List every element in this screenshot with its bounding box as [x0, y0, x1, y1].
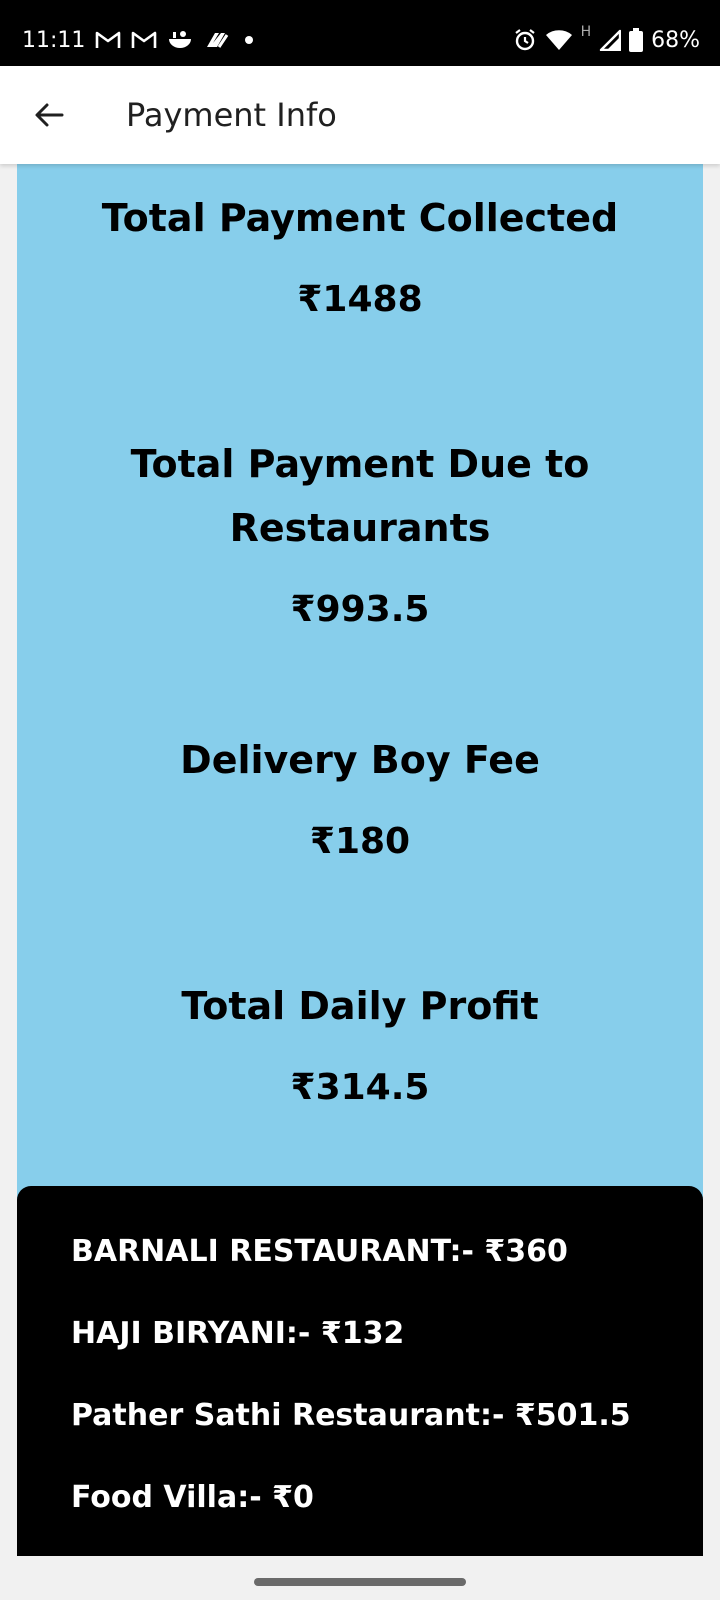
signal-icon — [599, 29, 622, 51]
summary-block-delivery-fee: Delivery Boy Fee ₹180 — [17, 728, 703, 862]
restaurant-item: Pather Sathi Restaurant:- ₹501.5 — [71, 1398, 631, 1433]
app-bar: Payment Info — [0, 66, 720, 164]
status-bar: 11:11 H 68% — [0, 0, 720, 66]
restaurant-item: Food Villa:- ₹0 — [71, 1480, 314, 1515]
network-h-icon: H — [580, 24, 592, 40]
home-handle[interactable] — [254, 1578, 466, 1586]
battery-icon — [629, 28, 644, 52]
summary-label: Total Daily Profit — [181, 984, 539, 1028]
back-button[interactable] — [24, 90, 74, 140]
alarm-icon — [513, 28, 537, 52]
gmail-icon — [95, 30, 121, 50]
restaurant-item: BARNALI RESTAURANT:- ₹360 — [71, 1234, 568, 1269]
summary-label: Total Payment Collected — [101, 196, 619, 240]
summary-value: ₹180 — [309, 821, 411, 862]
wifi-icon — [545, 29, 573, 51]
summary-label: Delivery Boy Fee — [180, 738, 540, 782]
summary-value: ₹314.5 — [290, 1067, 430, 1108]
payment-summary-panel: Total Payment Collected ₹1488 Total Paym… — [17, 164, 703, 1209]
phonepe-app-icon — [203, 29, 231, 51]
summary-block-collected: Total Payment Collected ₹1488 — [17, 186, 703, 320]
restaurant-item: HAJI BIRYANI:- ₹132 — [71, 1316, 405, 1351]
summary-value: ₹993.5 — [290, 589, 430, 630]
arrow-left-icon — [34, 102, 64, 128]
summary-label: Total Payment Due to Restaurants — [130, 442, 590, 550]
summary-block-daily-profit: Total Daily Profit ₹314.5 — [17, 974, 703, 1108]
battery-percent: 68% — [651, 27, 700, 53]
gmail-icon — [131, 30, 157, 50]
dot-icon — [241, 30, 257, 50]
status-time: 11:11 — [22, 27, 86, 53]
delivery-app-icon — [167, 29, 193, 51]
summary-block-due-restaurants: Total Payment Due to Restaurants ₹993.5 — [17, 432, 703, 630]
restaurant-dues-panel: BARNALI RESTAURANT:- ₹360 HAJI BIRYANI:-… — [17, 1186, 703, 1556]
page-title: Payment Info — [126, 96, 337, 134]
gesture-nav-bar — [0, 1556, 720, 1600]
summary-value: ₹1488 — [297, 279, 423, 320]
